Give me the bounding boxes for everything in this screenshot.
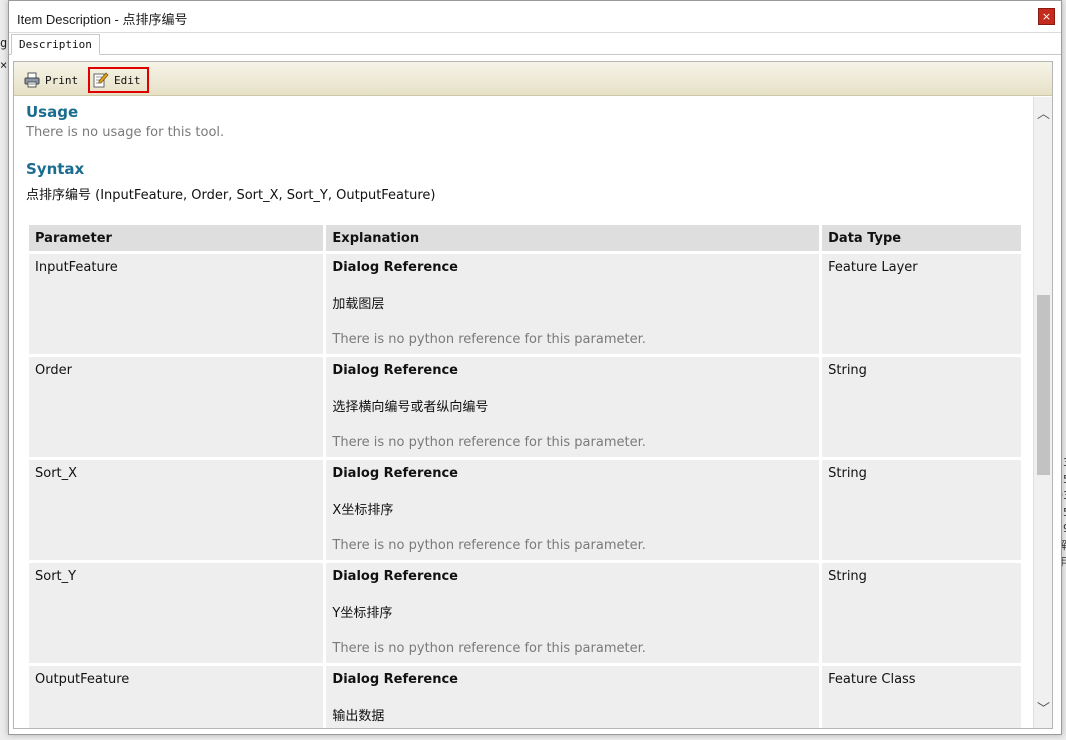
python-reference-note: There is no python reference for this pa… <box>332 538 646 553</box>
parameter-table: Parameter Explanation Data Type InputFea… <box>26 222 1024 728</box>
column-header-parameter: Parameter <box>29 225 324 251</box>
dialog-reference-label: Dialog Reference <box>332 466 458 481</box>
parameter-explanation: Dialog Reference X坐标排序 There is no pytho… <box>326 460 820 560</box>
parameter-description: Y坐标排序 <box>332 606 393 621</box>
description-content: Usage There is no usage for this tool. S… <box>14 97 1034 728</box>
toolbar: Print Edit <box>14 62 1052 96</box>
description-panel: Print Edit Usage There is no usage for t… <box>13 61 1053 729</box>
table-header-row: Parameter Explanation Data Type <box>29 225 1021 251</box>
parameter-name: Order <box>29 357 324 457</box>
parameter-description: 输出数据 <box>332 709 385 724</box>
parameter-name: InputFeature <box>29 254 324 354</box>
parameter-explanation: Dialog Reference 选择横向编号或者纵向编号 There is n… <box>326 357 820 457</box>
parameter-data-type: Feature Class <box>822 666 1021 728</box>
parameter-data-type: String <box>822 357 1021 457</box>
parameter-description: 加载图层 <box>332 297 385 312</box>
column-header-data-type: Data Type <box>822 225 1021 251</box>
parameter-name: Sort_Y <box>29 563 324 663</box>
parameter-explanation: Dialog Reference 输出数据 <box>326 666 820 728</box>
usage-text: There is no usage for this tool. <box>26 125 225 140</box>
table-row: OutputFeature Dialog Reference 输出数据 Feat… <box>29 666 1021 728</box>
table-row: Sort_X Dialog Reference X坐标排序 There is n… <box>29 460 1021 560</box>
tab-description[interactable]: Description <box>11 34 100 55</box>
table-row: InputFeature Dialog Reference 加载图层 There… <box>29 254 1021 354</box>
table-row: Sort_Y Dialog Reference Y坐标排序 There is n… <box>29 563 1021 663</box>
parameter-description: 选择横向编号或者纵向编号 <box>332 400 489 415</box>
parameter-name: Sort_X <box>29 460 324 560</box>
edit-label: Edit <box>114 73 141 87</box>
column-header-explanation: Explanation <box>326 225 820 251</box>
table-row: Order Dialog Reference 选择横向编号或者纵向编号 Ther… <box>29 357 1021 457</box>
python-reference-note: There is no python reference for this pa… <box>332 435 646 450</box>
syntax-heading: Syntax <box>26 160 85 178</box>
print-label: Print <box>45 73 79 87</box>
title-bar[interactable]: Item Description - 点排序编号 × <box>9 1 1061 33</box>
scrollbar-thumb[interactable] <box>1037 295 1050 475</box>
printer-icon <box>24 72 40 88</box>
dialog-reference-label: Dialog Reference <box>332 569 458 584</box>
python-reference-note: There is no python reference for this pa… <box>332 641 646 656</box>
dialog-reference-label: Dialog Reference <box>332 363 458 378</box>
background-close-glyph: × <box>0 58 8 72</box>
dialog-reference-label: Dialog Reference <box>332 260 458 275</box>
scroll-up-arrow-icon[interactable]: ︿ <box>1034 105 1052 125</box>
tab-strip: Description <box>9 33 1061 55</box>
parameter-description: X坐标排序 <box>332 503 394 518</box>
print-button[interactable]: Print <box>20 67 82 93</box>
scroll-down-arrow-icon[interactable]: ﹀ <box>1034 700 1052 720</box>
parameter-explanation: Dialog Reference 加载图层 There is no python… <box>326 254 820 354</box>
dialog-reference-label: Dialog Reference <box>332 672 458 687</box>
item-description-window: Item Description - 点排序编号 × Description P… <box>8 0 1062 735</box>
syntax-line: 点排序编号 (InputFeature, Order, Sort_X, Sort… <box>26 188 436 203</box>
background-glyph: g <box>0 36 8 50</box>
parameter-data-type: Feature Layer <box>822 254 1021 354</box>
window-title: Item Description - 点排序编号 <box>17 12 188 27</box>
python-reference-note: There is no python reference for this pa… <box>332 332 646 347</box>
close-button[interactable]: × <box>1038 8 1055 25</box>
parameter-name: OutputFeature <box>29 666 324 728</box>
vertical-scrollbar[interactable]: ︿ ﹀ <box>1033 97 1052 728</box>
parameter-data-type: String <box>822 460 1021 560</box>
edit-pencil-icon <box>93 72 109 88</box>
parameter-explanation: Dialog Reference Y坐标排序 There is no pytho… <box>326 563 820 663</box>
edit-button[interactable]: Edit <box>88 67 149 93</box>
parameter-data-type: String <box>822 563 1021 663</box>
usage-heading: Usage <box>26 103 79 121</box>
